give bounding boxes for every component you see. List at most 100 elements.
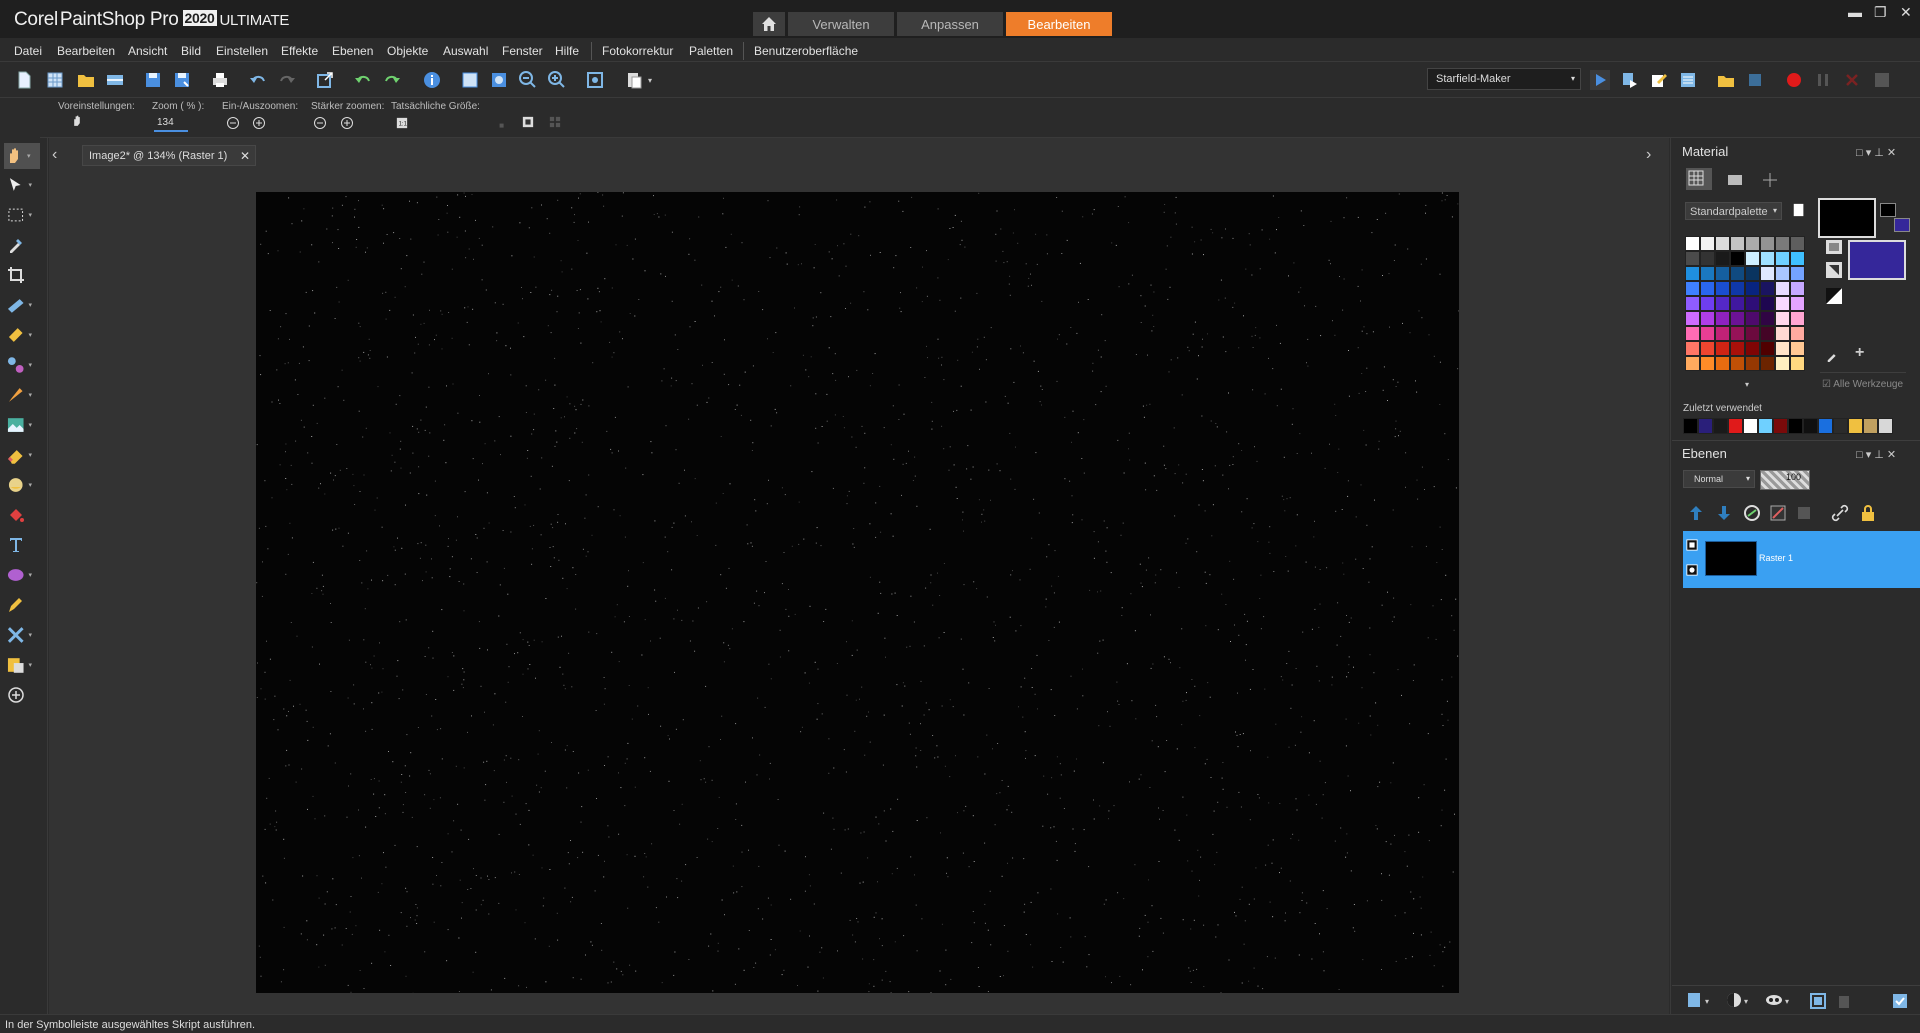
fit-image-icon[interactable] [489, 70, 509, 90]
zoom-more-out-button[interactable] [313, 116, 327, 130]
color-swatch[interactable] [1790, 311, 1805, 326]
color-swatch[interactable] [1760, 341, 1775, 356]
color-swatch[interactable] [1775, 356, 1790, 371]
color-swatch[interactable] [1715, 311, 1730, 326]
script-dialog-icon[interactable] [1620, 70, 1640, 90]
script-selector[interactable]: Starfield-Maker ▾ [1427, 68, 1581, 90]
new-from-template-icon[interactable] [45, 70, 65, 90]
recent-color-swatch[interactable] [1848, 418, 1863, 434]
color-swatch[interactable] [1775, 251, 1790, 266]
menu-fenster[interactable]: Fenster [502, 44, 543, 58]
color-swatch[interactable] [1700, 236, 1715, 251]
color-swatch[interactable] [1685, 266, 1700, 281]
preset-shape-tool[interactable]: ▾ [6, 563, 32, 587]
color-swatch[interactable] [1790, 326, 1805, 341]
redo-history-icon[interactable] [382, 70, 402, 90]
layer-properties-icon[interactable] [1808, 991, 1826, 1009]
menu-hilfe[interactable]: Hilfe [555, 44, 579, 58]
fill-tool[interactable] [6, 503, 32, 527]
background-swatch-small[interactable] [1894, 218, 1910, 232]
default-colors-icon[interactable] [1826, 288, 1842, 304]
panel-menu-icon[interactable]: □ ▾ ⊥ ✕ [1856, 146, 1896, 159]
color-swatch[interactable] [1700, 281, 1715, 296]
text-tool[interactable] [6, 533, 32, 557]
color-swatch[interactable] [1790, 281, 1805, 296]
color-swatch[interactable] [1730, 356, 1745, 371]
fg-texture-icon[interactable] [1826, 240, 1842, 254]
blend-mode-select[interactable]: Normal ▾ [1683, 470, 1755, 488]
restore-icon[interactable]: ❐ [1874, 4, 1887, 21]
menu-fotokorrektur[interactable]: Fotokorrektur [602, 44, 673, 58]
paste-icon[interactable] [624, 70, 644, 90]
open-folder-icon[interactable] [76, 70, 96, 90]
color-swatch[interactable] [1760, 266, 1775, 281]
color-swatch[interactable] [1730, 311, 1745, 326]
close-icon[interactable]: ✕ [240, 149, 250, 163]
color-swatch[interactable] [1700, 251, 1715, 266]
color-swatch[interactable] [1730, 236, 1745, 251]
recent-color-swatch[interactable] [1698, 418, 1713, 434]
zoom-out-button[interactable] [226, 116, 240, 130]
color-swatch[interactable] [1790, 356, 1805, 371]
zoom-more-in-button[interactable] [340, 116, 354, 130]
gradient-tab-icon[interactable] [1725, 170, 1745, 188]
minimize-icon[interactable]: ▬ [1848, 4, 1862, 20]
opacity-field[interactable]: 100 [1760, 470, 1810, 490]
layer-options-icon[interactable] [1890, 991, 1908, 1009]
zoom-100-icon[interactable] [585, 70, 605, 90]
color-swatch[interactable] [1790, 266, 1805, 281]
undo-history-icon[interactable] [353, 70, 373, 90]
foreground-swatch-small[interactable] [1880, 203, 1896, 217]
color-swatch[interactable] [1715, 356, 1730, 371]
tab-bearbeiten[interactable]: Bearbeiten [1006, 12, 1112, 36]
zoom-input[interactable]: 134 [154, 115, 188, 132]
color-swatch[interactable] [1775, 311, 1790, 326]
color-swatch[interactable] [1700, 311, 1715, 326]
picture-tube-tool[interactable]: ▾ [6, 413, 32, 437]
clone-tool[interactable]: ▾ [6, 653, 32, 677]
menu-objekte[interactable]: Objekte [387, 44, 428, 58]
recent-color-swatch[interactable] [1758, 418, 1773, 434]
all-tools-checkbox[interactable]: ☑ Alle Werkzeuge [1822, 379, 1903, 390]
layer-visibility-icon[interactable] [1686, 539, 1700, 553]
background-color[interactable] [1848, 240, 1906, 280]
color-swatch[interactable] [1745, 326, 1760, 341]
color-swatch[interactable] [1775, 341, 1790, 356]
color-swatch[interactable] [1790, 251, 1805, 266]
color-swatch[interactable] [1685, 281, 1700, 296]
add-tool-icon[interactable] [6, 683, 32, 707]
chevron-left-icon[interactable]: ‹ [52, 146, 57, 164]
recent-color-swatch[interactable] [1743, 418, 1758, 434]
color-swatch[interactable] [1715, 236, 1730, 251]
recent-color-swatch[interactable] [1803, 418, 1818, 434]
chevron-down-icon[interactable]: ▾ [648, 70, 668, 90]
menu-ansicht[interactable]: Ansicht [128, 44, 167, 58]
color-swatch[interactable] [1760, 311, 1775, 326]
pick-tool[interactable]: ▾ [6, 173, 32, 197]
recent-color-swatch[interactable] [1788, 418, 1803, 434]
swatches-tab-icon[interactable] [1686, 168, 1712, 190]
color-swatch[interactable] [1760, 236, 1775, 251]
recent-color-swatch[interactable] [1728, 418, 1743, 434]
color-swatch[interactable] [1730, 266, 1745, 281]
color-swatch[interactable] [1715, 326, 1730, 341]
color-swatch[interactable] [1745, 311, 1760, 326]
color-swatch[interactable] [1715, 341, 1730, 356]
retouch-tool[interactable]: ▾ [6, 353, 32, 377]
recent-color-swatch[interactable] [1863, 418, 1878, 434]
recent-color-swatch[interactable] [1833, 418, 1848, 434]
new-vector-layer-icon[interactable] [1714, 503, 1732, 521]
record-icon[interactable] [1784, 70, 1804, 90]
color-swatch[interactable] [1745, 266, 1760, 281]
color-swatch[interactable] [1700, 341, 1715, 356]
recent-color-swatch[interactable] [1878, 418, 1893, 434]
edit-script-icon[interactable] [1649, 70, 1669, 90]
color-swatch[interactable] [1790, 341, 1805, 356]
new-adjustment-layer-icon[interactable] [1742, 503, 1760, 521]
info-icon[interactable] [422, 70, 442, 90]
menu-paletten[interactable]: Paletten [689, 44, 733, 58]
color-swatch[interactable] [1760, 356, 1775, 371]
color-swatch[interactable] [1700, 266, 1715, 281]
open-script-folder-icon[interactable] [1716, 70, 1736, 90]
color-swatch[interactable] [1745, 281, 1760, 296]
